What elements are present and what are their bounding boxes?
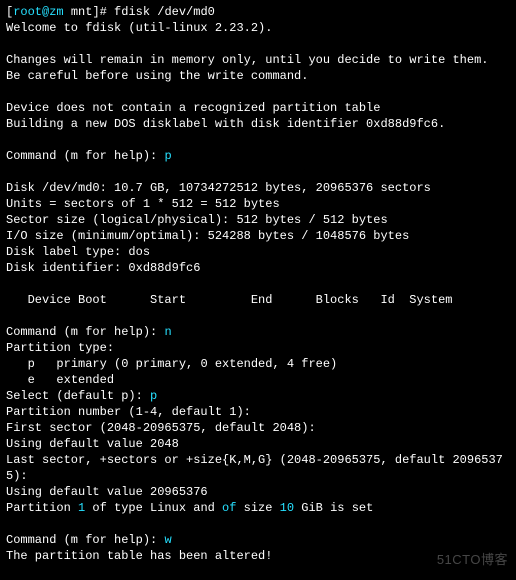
io-line: I/O size (minimum/optimal): 524288 bytes… xyxy=(6,229,409,243)
prompt-user: root@zm xyxy=(13,5,63,19)
partition-set-line: Partition 1 of type Linux and of size 10… xyxy=(6,501,373,515)
default-value-1: Using default value 2048 xyxy=(6,437,179,451)
warn-line-1: Changes will remain in memory only, unti… xyxy=(6,53,488,67)
cmd-input-p: p xyxy=(164,149,171,163)
partition-number: Partition number (1-4, default 1): xyxy=(6,405,251,419)
cmd-input-n: n xyxy=(164,325,171,339)
nodev-line-2: Building a new DOS disklabel with disk i… xyxy=(6,117,445,131)
terminal-output: [root@zm mnt]# fdisk /dev/md0 Welcome to… xyxy=(0,0,516,580)
sector-line: Sector size (logical/physical): 512 byte… xyxy=(6,213,388,227)
nodev-line-1: Device does not contain a recognized par… xyxy=(6,101,380,115)
welcome-line: Welcome to fdisk (util-linux 2.23.2). xyxy=(6,21,272,35)
ptype-primary: p primary (0 primary, 0 extended, 4 free… xyxy=(6,357,337,371)
ptype-label: Partition type: xyxy=(6,341,114,355)
cmd-input-w: w xyxy=(164,533,171,547)
disk-id: Disk identifier: 0xd88d9fc6 xyxy=(6,261,200,275)
last-sector: Last sector, +sectors or +size{K,M,G} (2… xyxy=(6,453,503,483)
prompt-path: mnt xyxy=(71,5,93,19)
cmd-prompt: Command (m for help): xyxy=(6,533,164,547)
default-value-2: Using default value 20965376 xyxy=(6,485,208,499)
first-sector: First sector (2048-20965375, default 204… xyxy=(6,421,316,435)
partition-table-header: Device Boot Start End Blocks Id System xyxy=(6,293,452,307)
label-type: Disk label type: dos xyxy=(6,245,150,259)
warn-line-2: Be careful before using the write comman… xyxy=(6,69,308,83)
prompt-command: fdisk /dev/md0 xyxy=(114,5,215,19)
disk-line: Disk /dev/md0: 10.7 GB, 10734272512 byte… xyxy=(6,181,431,195)
cmd-prompt: Command (m for help): xyxy=(6,325,164,339)
ptype-extended: e extended xyxy=(6,373,114,387)
select-label: Select (default p): xyxy=(6,389,150,403)
cmd-prompt: Command (m for help): xyxy=(6,149,164,163)
altered-line: The partition table has been altered! xyxy=(6,549,272,563)
units-line: Units = sectors of 1 * 512 = 512 bytes xyxy=(6,197,280,211)
select-input: p xyxy=(150,389,157,403)
